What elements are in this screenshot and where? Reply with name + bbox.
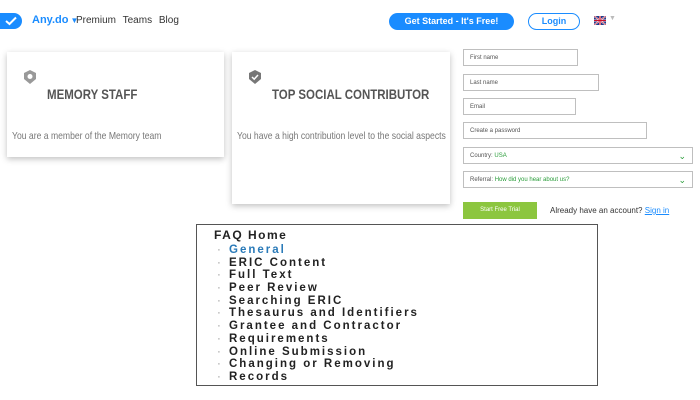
- chevron-down-icon: ⌄: [678, 151, 686, 161]
- nav-links: Premium Teams Blog: [76, 15, 183, 26]
- brain-badge-icon: [24, 70, 36, 84]
- email-field[interactable]: Email: [463, 98, 576, 115]
- language-chevron-icon[interactable]: ▼: [609, 15, 616, 22]
- faq-item-grantee[interactable]: Grantee and Contractor: [217, 320, 419, 333]
- have-account-prompt: Already have an account? Sign in: [550, 206, 669, 215]
- uk-flag-icon[interactable]: [594, 16, 606, 25]
- faq-item-thesaurus[interactable]: Thesaurus and Identifiers: [217, 307, 419, 320]
- faq-item-full-text[interactable]: Full Text: [217, 269, 419, 282]
- last-name-field[interactable]: Last name: [463, 74, 599, 91]
- nav-link-teams[interactable]: Teams: [123, 15, 152, 26]
- faq-item-eric-content[interactable]: ERIC Content: [217, 257, 419, 270]
- badge-title: MEMORY STAFF: [47, 86, 138, 102]
- nav-link-premium[interactable]: Premium: [76, 15, 116, 26]
- badge-card-top-social-contributor: TOP SOCIAL CONTRIBUTOR You have a high c…: [232, 52, 450, 204]
- shield-check-icon: [249, 70, 261, 84]
- badge-title: TOP SOCIAL CONTRIBUTOR: [272, 86, 430, 102]
- faq-item-peer-review[interactable]: Peer Review: [217, 282, 419, 295]
- have-account-text: Already have an account?: [550, 206, 643, 215]
- page: Any.do ▼ Premium Teams Blog Get Started -…: [0, 0, 700, 400]
- faq-list: General ERIC Content Full Text Peer Revi…: [217, 244, 419, 384]
- checkmark-logo-icon[interactable]: [0, 13, 22, 29]
- referral-label: Referral:: [470, 177, 494, 183]
- country-select[interactable]: Country: USA ⌄: [463, 147, 693, 164]
- first-name-field[interactable]: First name: [463, 49, 578, 66]
- referral-value: How did you hear about us?: [494, 177, 570, 183]
- start-free-trial-button[interactable]: Start Free Trial: [463, 202, 537, 219]
- badge-description: You are a member of the Memory team: [12, 130, 162, 142]
- faq-item-searching-eric[interactable]: Searching ERIC: [217, 295, 419, 308]
- brand-name: Any.do: [32, 14, 69, 26]
- brand-menu[interactable]: Any.do ▼: [32, 14, 78, 26]
- country-label: Country:: [470, 153, 493, 159]
- faq-item-online-submission[interactable]: Online Submission: [217, 346, 419, 359]
- faq-item-changing[interactable]: Changing or Removing: [217, 358, 419, 371]
- chevron-down-icon: ⌄: [678, 175, 686, 185]
- badge-description: You have a high contribution level to th…: [237, 130, 446, 142]
- password-field[interactable]: Create a password: [463, 122, 647, 139]
- faq-panel: FAQ Home General ERIC Content Full Text …: [196, 224, 598, 386]
- badge-card-memory-staff: MEMORY STAFF You are a member of the Mem…: [7, 52, 224, 157]
- login-button[interactable]: Login: [528, 13, 580, 30]
- country-value: USA: [494, 153, 507, 159]
- get-started-button[interactable]: Get Started - It's Free!: [389, 13, 514, 30]
- faq-item-requirements[interactable]: Requirements: [217, 333, 419, 346]
- top-navbar: Any.do ▼ Premium Teams Blog Get Started -…: [0, 0, 700, 44]
- faq-title: FAQ Home: [214, 228, 288, 242]
- faq-item-records[interactable]: Records: [217, 371, 419, 384]
- faq-item-general[interactable]: General: [217, 244, 419, 257]
- nav-link-blog[interactable]: Blog: [159, 15, 179, 26]
- referral-select[interactable]: Referral: How did you hear about us? ⌄: [463, 171, 693, 188]
- sign-in-link[interactable]: Sign in: [645, 206, 669, 215]
